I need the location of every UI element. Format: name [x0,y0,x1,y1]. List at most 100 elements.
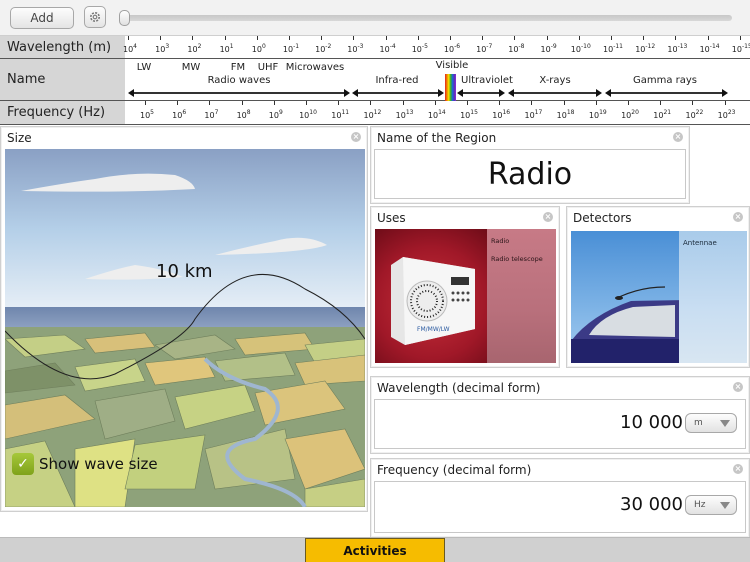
frequency-tick-label: 1018 [556,109,575,120]
wavelength-unit-select[interactable]: m [685,413,737,433]
frequency-tick-label: 1017 [524,109,543,120]
band-label[interactable]: Gamma rays [633,75,697,86]
close-icon[interactable]: × [733,382,743,392]
wavelength-tick-label: 100 [251,43,266,54]
sub-band-label: Microwaves [285,62,345,73]
frequency-tick-label: 1012 [363,109,382,120]
band-label[interactable]: Ultraviolet [461,75,513,86]
frequency-tick-label: 1021 [653,109,672,120]
band-label[interactable]: Radio waves [208,75,271,86]
wavelength-tick-label: 10-8 [508,43,525,54]
chevron-down-icon [720,420,730,427]
region-name-value: Radio [374,149,686,199]
frequency-tick [499,101,501,105]
frequency-tick [595,101,597,105]
landscape-image [5,149,365,507]
wavelength-tick [450,36,451,40]
wavelength-tick [739,36,741,40]
wavelength-tick-label: 10-1 [282,43,300,54]
detectors-panel: Detectors × Antennae [566,206,750,368]
gear-icon [90,12,100,22]
frequency-tick [724,101,726,105]
arrow-left-icon [508,89,514,97]
region-name-title: Name of the Region [377,131,497,145]
uses-list-area [487,229,556,363]
wavelength-tick-label: 10-7 [476,43,493,54]
radio-illustration: FM/MW/LW [375,229,487,363]
frequency-tick [402,101,404,105]
frequency-decimal-title: Frequency (decimal form) [377,463,532,477]
close-icon[interactable]: × [351,132,361,142]
frequency-tick-label: 1015 [460,109,478,120]
frequency-unit-label: Hz [694,500,706,510]
band-range-line [609,92,724,94]
wavelength-tick-label: 102 [187,43,202,54]
visible-spectrum-bar[interactable] [445,74,456,101]
spectrum-slider-thumb[interactable] [119,10,130,26]
detectors-list-area [679,231,747,363]
close-icon[interactable]: × [733,212,743,222]
frequency-tick [370,101,372,105]
uses-item: Radio telescope [491,255,543,263]
frequency-tick [660,101,662,105]
wavelength-label: Wavelength (m) [0,36,125,58]
detector-item: Antennae [683,239,717,247]
wavelength-tick [611,36,612,40]
wavelength-tick-label: 101 [219,43,234,54]
size-panel: Size × 10 km ✓ Show wave size [0,126,368,512]
detectors-image: Antennae [571,231,747,363]
frequency-tick [177,101,179,105]
settings-button[interactable] [84,6,106,28]
band-label[interactable]: X-rays [539,75,570,86]
frequency-tick-label: 1013 [395,109,414,120]
name-label: Name [0,59,125,100]
wavelength-tick-label: 10-4 [379,43,396,54]
wavelength-tick [321,36,323,40]
frequency-tick-label: 107 [204,109,219,120]
frequency-tick [145,101,146,105]
arrow-left-icon [352,89,358,97]
arrow-left-icon [457,89,463,97]
frequency-tick-label: 106 [172,109,187,120]
show-wave-size-label[interactable]: Show wave size [39,455,158,473]
wavelength-tick [578,36,580,40]
frequency-tick-label: 1014 [427,109,446,120]
uses-image: FM/MW/LW Radio Radio telescope [375,229,556,363]
frequency-tick-label: 1023 [717,109,736,120]
wavelength-tick-label: 10-2 [315,43,332,54]
wavelength-tick-label: 10-5 [411,43,428,54]
wavelength-tick-label: 10-12 [635,43,656,54]
radio-band-label: FM/MW/LW [417,326,450,333]
frequency-tick [241,101,243,105]
close-icon[interactable]: × [733,464,743,474]
wavelength-tick-label: 104 [122,43,138,54]
arrow-left-icon [605,89,611,97]
wavelength-value-box: 10 000 m [374,399,746,449]
frequency-tick-label: 1022 [685,109,704,120]
wavelength-tick-label: 10-14 [699,43,720,54]
wavelength-tick-label: 10-15 [731,43,750,54]
spectrum-slider-track[interactable] [122,15,732,21]
wavelength-tick [417,36,419,40]
frequency-tick [467,101,468,105]
detectors-title: Detectors [573,211,632,225]
wavelength-tick-label: 103 [155,43,170,54]
activities-button[interactable]: Activities [305,538,445,562]
sub-band-label: MW [181,62,201,73]
band-range-line [356,92,440,94]
wavelength-tick-label: 10-13 [667,43,688,54]
frequency-tick [306,101,307,105]
show-wave-size-checkbox[interactable]: ✓ [12,453,34,475]
band-label[interactable]: Visible [436,60,469,71]
wavelength-tick [256,36,258,40]
uses-item: Radio [491,237,510,245]
add-button[interactable]: Add [10,7,74,29]
band-label[interactable]: Infra-red [375,75,418,86]
close-icon[interactable]: × [673,132,683,142]
bottom-bar: Activities [0,537,750,562]
band-range-line [132,92,346,94]
arrow-right-icon [722,89,728,97]
frequency-unit-select[interactable]: Hz [685,495,737,515]
frequency-tick [628,101,629,105]
close-icon[interactable]: × [543,212,553,222]
